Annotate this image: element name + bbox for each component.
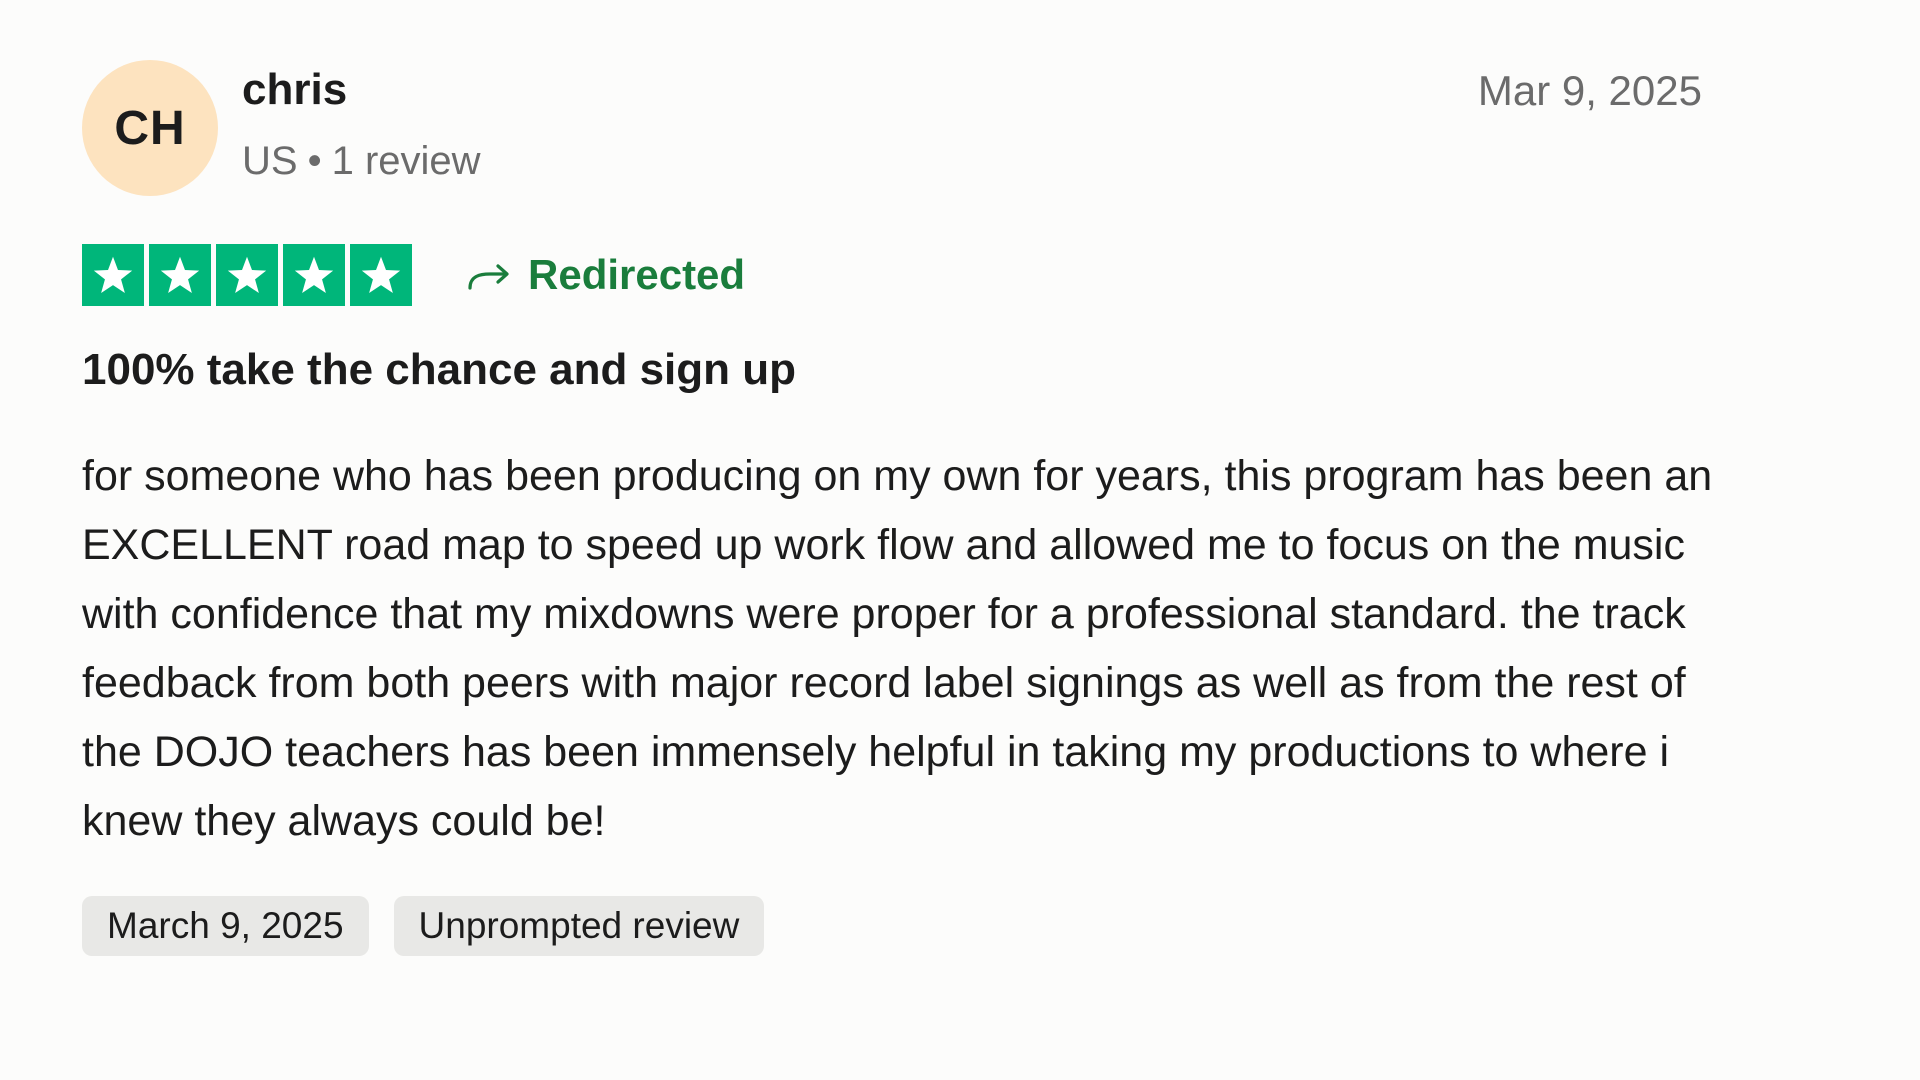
star-icon	[149, 244, 211, 306]
star-icon	[283, 244, 345, 306]
review-header: CH chris US • 1 review Mar 9, 2025	[82, 60, 1702, 196]
review-title[interactable]: 100% take the chance and sign up	[82, 344, 1702, 396]
star-icon	[82, 244, 144, 306]
review-type-tag[interactable]: Unprompted review	[393, 896, 765, 956]
review-tags: March 9, 2025 Unprompted review	[82, 896, 1702, 956]
reviewer-name[interactable]: chris	[242, 64, 481, 116]
redirected-badge[interactable]: Redirected	[466, 251, 745, 299]
review-body: for someone who has been producing on my…	[82, 452, 1713, 845]
review-date: Mar 9, 2025	[1477, 67, 1702, 114]
redirected-label: Redirected	[528, 251, 746, 298]
meta-separator: •	[307, 139, 322, 183]
reviewer-meta: US • 1 review	[242, 138, 481, 184]
star-rating	[82, 244, 412, 306]
star-icon	[350, 244, 412, 306]
reviewer-country: US	[242, 139, 298, 183]
avatar[interactable]: CH	[82, 60, 218, 196]
experience-date-tag: March 9, 2025	[82, 896, 369, 956]
reviewer-info: chris US • 1 review	[242, 64, 481, 184]
redirect-arrow-icon	[468, 264, 509, 290]
star-icon	[216, 244, 278, 306]
rating-row: Redirected	[82, 244, 1702, 306]
reviewer-review-count: 1 review	[331, 139, 481, 183]
review-card: CH chris US • 1 review Mar 9, 2025 Redirec…	[82, 60, 1712, 956]
